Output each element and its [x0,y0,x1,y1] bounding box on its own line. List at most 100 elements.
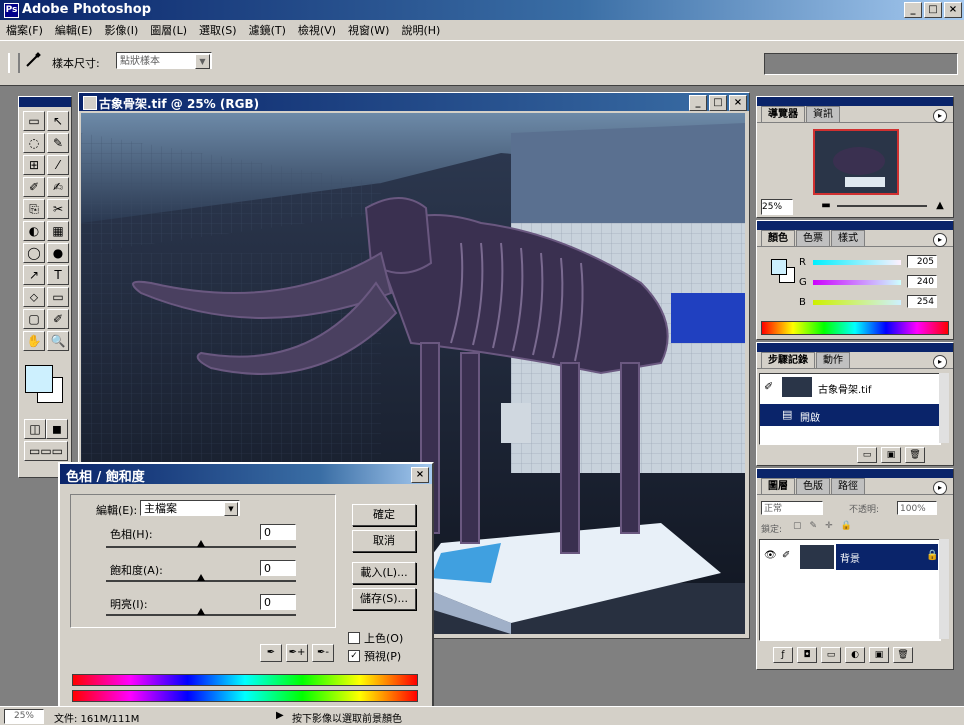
menu-select[interactable]: 選取(S) [193,22,243,38]
hue-field[interactable]: 0 [260,524,296,540]
layer-row-background[interactable]: 👁 ✐ 背景 🔒 [760,542,940,572]
screen-mode-icon[interactable]: ▭▭▭ [24,441,68,461]
new-document-from-state-icon[interactable]: ▭ [857,447,877,463]
eyedropper-minus-icon[interactable]: ✒- [312,644,334,662]
eye-icon[interactable]: 👁 [764,550,777,561]
history-panel-menu-icon[interactable]: ▸ [933,355,947,369]
channel-g-slider[interactable] [813,280,901,285]
channel-b-field[interactable]: 254 [907,295,937,308]
crop-icon[interactable]: ⊞ [23,155,45,175]
shape-icon[interactable]: ▭ [47,287,69,307]
cancel-button[interactable]: 取消 [352,530,416,552]
clone-stamp-icon[interactable]: ⎘ [23,199,45,219]
status-arrow-icon[interactable]: ▶ [276,710,284,721]
quickmask-on-icon[interactable]: ◼ [46,419,68,439]
eraser-icon[interactable]: ◐ [23,221,45,241]
minimize-button[interactable]: _ [904,2,922,18]
channel-r-slider[interactable] [813,260,901,265]
history-brush-icon[interactable]: ✂ [47,199,69,219]
blur-icon[interactable]: ◯ [23,243,45,263]
color-ramp[interactable] [761,321,949,335]
type-icon[interactable]: T [47,265,69,285]
magic-wand-icon[interactable]: ✎ [47,133,69,153]
eyedropper-icon[interactable]: ✒ [260,644,282,662]
tab-layers[interactable]: 圖層 [761,478,795,494]
dialog-title-bar[interactable]: 色相 / 飽和度 × [60,464,432,485]
menu-layer[interactable]: 圖層(L) [144,22,193,38]
eyedropper-plus-icon[interactable]: ✒+ [286,644,308,662]
blend-mode-select[interactable]: 正常 [761,501,823,515]
menu-view[interactable]: 檢視(V) [292,22,342,38]
lightness-slider-thumb[interactable] [197,608,205,615]
pen-icon[interactable]: ⬦ [23,287,45,307]
restore-button[interactable]: □ [924,2,942,18]
color-panel-menu-icon[interactable]: ▸ [933,233,947,247]
zoom-slider-track[interactable] [837,205,927,207]
lightness-field[interactable]: 0 [260,594,296,610]
navigator-zoom-field[interactable]: 25% [761,199,793,215]
panel-fg-swatch[interactable] [771,259,787,275]
menu-image[interactable]: 影像(I) [98,22,144,38]
zoom-in-icon[interactable]: ▲ [933,199,947,213]
tab-navigator[interactable]: 導覽器 [761,106,805,122]
menu-filter[interactable]: 濾鏡(T) [243,22,292,38]
chevron-down-icon[interactable]: ▼ [224,502,238,516]
foreground-color-swatch[interactable] [25,365,53,393]
history-scrollbar[interactable] [939,373,949,443]
tab-paths[interactable]: 路徑 [831,478,865,494]
lock-all-icon[interactable]: 🔒 [841,521,852,531]
healing-brush-icon[interactable]: ✐ [23,177,45,197]
toolbox-header[interactable] [19,97,71,107]
document-title-bar[interactable]: 古象骨架.tif @ 25% (RGB) _ □ × [79,93,749,111]
sample-size-select[interactable]: 點狀樣本 ▼ [116,52,212,69]
layers-scrollbar[interactable] [939,539,949,639]
layer-mask-icon[interactable]: ◘ [797,647,817,663]
load-button[interactable]: 載入(L)... [352,562,416,584]
ok-button[interactable]: 確定 [352,504,416,526]
saturation-slider-thumb[interactable] [197,574,205,581]
layer-set-icon[interactable]: ▭ [821,647,841,663]
chevron-down-icon[interactable]: ▼ [195,54,210,69]
menu-help[interactable]: 說明(H) [395,22,446,38]
zoom-icon[interactable]: 🔍 [47,331,69,351]
adjustment-layer-icon[interactable]: ◐ [845,647,865,663]
menu-window[interactable]: 視窗(W) [342,22,395,38]
path-select-icon[interactable]: ↗ [23,265,45,285]
history-panel-header[interactable] [757,343,953,352]
panel-menu-icon[interactable]: ▸ [933,109,947,123]
close-button[interactable]: × [944,2,962,18]
layer-style-icon[interactable]: ƒ [773,647,793,663]
preview-checkbox[interactable]: ✓ [348,650,360,662]
save-button[interactable]: 儲存(S)... [352,588,416,610]
saturation-field[interactable]: 0 [260,560,296,576]
tab-channels[interactable]: 色版 [796,478,830,494]
doc-close-button[interactable]: × [729,95,747,111]
quickmask-off-icon[interactable]: ◫ [24,419,46,439]
dodge-icon[interactable]: ● [47,243,69,263]
eyedropper-icon[interactable] [24,51,44,71]
lock-image-icon[interactable]: ✎ [810,521,818,531]
tab-color[interactable]: 顏色 [761,230,795,246]
channel-g-field[interactable]: 240 [907,275,937,288]
lock-transparency-icon[interactable]: ▢ [793,521,802,531]
status-zoom[interactable]: 25% [4,709,44,724]
edit-select[interactable]: 主檔案 ▼ [140,500,240,516]
layers-panel-menu-icon[interactable]: ▸ [933,481,947,495]
gradient-icon[interactable]: ▦ [47,221,69,241]
tab-swatches[interactable]: 色票 [796,230,830,246]
navigator-header[interactable] [757,97,953,106]
dialog-close-button[interactable]: × [411,467,429,483]
move-icon[interactable]: ↖ [47,111,69,131]
new-layer-icon[interactable]: ▣ [869,647,889,663]
notes-icon[interactable]: ▢ [23,309,45,329]
colorize-checkbox[interactable] [348,632,360,644]
layers-panel-header[interactable] [757,469,953,478]
color-panel-header[interactable] [757,221,953,230]
marquee-icon[interactable]: ▭ [23,111,45,131]
tab-styles[interactable]: 樣式 [831,230,865,246]
hand-icon[interactable]: ✋ [23,331,45,351]
tab-actions[interactable]: 動作 [816,352,850,368]
tab-info[interactable]: 資訊 [806,106,840,122]
doc-maximize-button[interactable]: □ [709,95,727,111]
trash-icon[interactable]: 🗑 [905,447,925,463]
